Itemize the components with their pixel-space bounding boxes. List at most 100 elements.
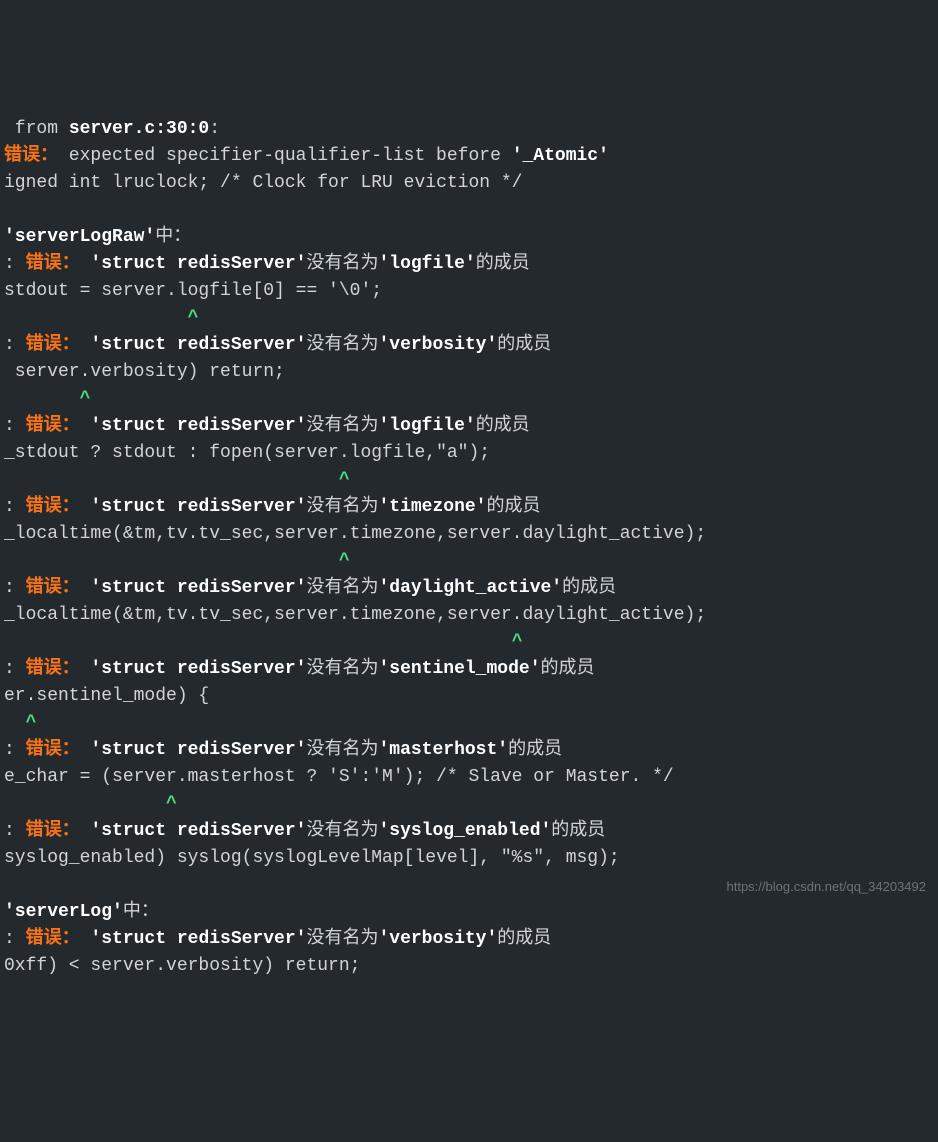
- terminal-line: ^: [0, 710, 938, 737]
- error-label: 错误：: [26, 578, 80, 598]
- error-label: 错误：: [26, 416, 80, 436]
- plain-text: [80, 335, 91, 355]
- plain-text: expected specifier-qualifier-list before: [58, 146, 512, 166]
- terminal-line: : 错误： 'struct redisServer'没有名为'logfile'的…: [0, 251, 938, 278]
- plain-text: _localtime(&tm,tv.tv_sec,server.timezone…: [4, 605, 706, 625]
- highlight-text: 'verbosity': [378, 929, 497, 949]
- plain-text: 没有名为: [306, 578, 378, 598]
- highlight-text: 'struct redisServer': [90, 335, 306, 355]
- caret-marker: ^: [512, 632, 523, 652]
- highlight-text: 'struct redisServer': [90, 821, 306, 841]
- plain-text: 没有名为: [306, 821, 378, 841]
- highlight-text: 'verbosity': [378, 335, 497, 355]
- plain-text: :: [4, 740, 26, 760]
- highlight-text: 'masterhost': [378, 740, 508, 760]
- plain-text: 没有名为: [306, 335, 378, 355]
- plain-text: :: [4, 929, 26, 949]
- plain-text: server.verbosity) return;: [4, 362, 285, 382]
- caret-marker: ^: [339, 470, 350, 490]
- caret-marker: ^: [339, 551, 350, 571]
- plain-text: [80, 821, 91, 841]
- highlight-text: 'timezone': [378, 497, 486, 517]
- plain-text: from: [4, 119, 69, 139]
- terminal-line: igned int lruclock; /* Clock for LRU evi…: [0, 170, 938, 197]
- terminal-output: from server.c:30:0:错误： expected specifie…: [0, 116, 938, 980]
- plain-text: 的成员: [497, 929, 551, 949]
- terminal-line: _localtime(&tm,tv.tv_sec,server.timezone…: [0, 602, 938, 629]
- plain-text: [4, 470, 339, 490]
- plain-text: 的成员: [562, 578, 616, 598]
- plain-text: 的成员: [497, 335, 551, 355]
- terminal-line: _localtime(&tm,tv.tv_sec,server.timezone…: [0, 521, 938, 548]
- watermark: https://blog.csdn.net/qq_34203492: [727, 877, 927, 897]
- terminal-line: ^: [0, 467, 938, 494]
- terminal-line: : 错误： 'struct redisServer'没有名为'syslog_en…: [0, 818, 938, 845]
- plain-text: :: [4, 254, 26, 274]
- plain-text: :: [4, 578, 26, 598]
- plain-text: syslog_enabled) syslog(syslogLevelMap[le…: [4, 848, 620, 868]
- error-label: 错误：: [26, 254, 80, 274]
- highlight-text: 'struct redisServer': [90, 740, 306, 760]
- plain-text: [80, 740, 91, 760]
- terminal-line: : 错误： 'struct redisServer'没有名为'verbosity…: [0, 332, 938, 359]
- plain-text: [80, 929, 91, 949]
- terminal-line: ^: [0, 629, 938, 656]
- terminal-line: : 错误： 'struct redisServer'没有名为'logfile'的…: [0, 413, 938, 440]
- plain-text: e_char = (server.masterhost ? 'S':'M'); …: [4, 767, 674, 787]
- highlight-text: 'serverLog': [4, 902, 123, 922]
- terminal-line: er.sentinel_mode) {: [0, 683, 938, 710]
- plain-text: :: [209, 119, 220, 139]
- plain-text: [4, 200, 15, 220]
- plain-text: 的成员: [541, 659, 595, 679]
- highlight-text: 'struct redisServer': [90, 659, 306, 679]
- plain-text: 没有名为: [306, 254, 378, 274]
- terminal-line: : 错误： 'struct redisServer'没有名为'verbosity…: [0, 926, 938, 953]
- caret-marker: ^: [80, 389, 91, 409]
- terminal-line: : 错误： 'struct redisServer'没有名为'masterhos…: [0, 737, 938, 764]
- error-label: 错误：: [4, 146, 58, 166]
- highlight-text: server.c:30:0: [69, 119, 209, 139]
- plain-text: 的成员: [476, 416, 530, 436]
- plain-text: 没有名为: [306, 929, 378, 949]
- plain-text: _stdout ? stdout : fopen(server.logfile,…: [4, 443, 490, 463]
- plain-text: [4, 389, 80, 409]
- caret-marker: ^: [26, 713, 37, 733]
- plain-text: 0xff) < server.verbosity) return;: [4, 956, 360, 976]
- terminal-line: 'serverLogRaw'中：: [0, 224, 938, 251]
- highlight-text: 'struct redisServer': [90, 578, 306, 598]
- plain-text: igned int lruclock; /* Clock for LRU evi…: [4, 173, 522, 193]
- error-label: 错误：: [26, 740, 80, 760]
- highlight-text: '_Atomic': [512, 146, 609, 166]
- plain-text: _localtime(&tm,tv.tv_sec,server.timezone…: [4, 524, 706, 544]
- error-label: 错误：: [26, 335, 80, 355]
- plain-text: [4, 794, 166, 814]
- highlight-text: 'sentinel_mode': [378, 659, 540, 679]
- terminal-line: server.verbosity) return;: [0, 359, 938, 386]
- caret-marker: ^: [166, 794, 177, 814]
- highlight-text: 'serverLogRaw': [4, 227, 155, 247]
- terminal-line: : 错误： 'struct redisServer'没有名为'sentinel_…: [0, 656, 938, 683]
- plain-text: [80, 578, 91, 598]
- highlight-text: 'struct redisServer': [90, 254, 306, 274]
- highlight-text: 'logfile': [378, 254, 475, 274]
- plain-text: 的成员: [487, 497, 541, 517]
- terminal-line: 'serverLog'中：: [0, 899, 938, 926]
- terminal-line: [0, 197, 938, 224]
- plain-text: :: [4, 497, 26, 517]
- terminal-line: ^: [0, 548, 938, 575]
- highlight-text: 'struct redisServer': [90, 416, 306, 436]
- highlight-text: 'daylight_active': [378, 578, 562, 598]
- terminal-line: 0xff) < server.verbosity) return;: [0, 953, 938, 980]
- terminal-line: _stdout ? stdout : fopen(server.logfile,…: [0, 440, 938, 467]
- plain-text: [80, 416, 91, 436]
- terminal-line: e_char = (server.masterhost ? 'S':'M'); …: [0, 764, 938, 791]
- caret-marker: ^: [188, 308, 199, 328]
- plain-text: 没有名为: [306, 740, 378, 760]
- plain-text: [4, 551, 339, 571]
- plain-text: :: [4, 416, 26, 436]
- plain-text: er.sentinel_mode) {: [4, 686, 209, 706]
- terminal-line: : 错误： 'struct redisServer'没有名为'timezone'…: [0, 494, 938, 521]
- terminal-line: ^: [0, 791, 938, 818]
- terminal-line: stdout = server.logfile[0] == '\0';: [0, 278, 938, 305]
- plain-text: [4, 632, 512, 652]
